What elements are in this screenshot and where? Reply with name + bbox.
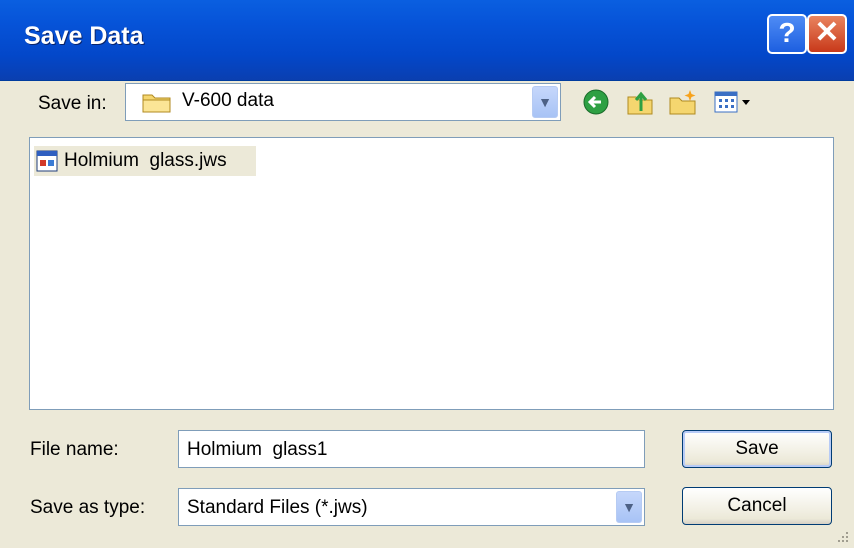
save-as-type-label: Save as type: bbox=[30, 497, 146, 518]
file-name-label: Holmium glass.jws bbox=[64, 150, 227, 171]
new-folder-icon[interactable] bbox=[668, 87, 698, 117]
chevron-down-icon[interactable]: ▼ bbox=[616, 491, 642, 523]
file-name-input[interactable]: Holmium glass1 bbox=[178, 430, 645, 468]
chevron-down-icon[interactable]: ▼ bbox=[532, 86, 558, 118]
save-as-type-value: Standard Files (*.jws) bbox=[187, 497, 368, 518]
file-name-label: File name: bbox=[30, 439, 119, 460]
save-in-value: V-600 data bbox=[182, 90, 274, 111]
folder-icon bbox=[142, 94, 171, 113]
close-button[interactable]: ✕ bbox=[807, 14, 847, 54]
jws-file-icon bbox=[36, 150, 58, 172]
file-list[interactable]: Holmium glass.jws bbox=[29, 137, 834, 410]
window-title: Save Data bbox=[24, 22, 144, 50]
save-in-label: Save in: bbox=[38, 93, 107, 114]
save-button[interactable]: Save bbox=[682, 430, 832, 468]
save-in-dropdown[interactable]: V-600 data ▼ bbox=[125, 83, 561, 121]
save-as-type-dropdown[interactable]: Standard Files (*.jws) ▼ bbox=[178, 488, 645, 526]
back-icon[interactable] bbox=[581, 87, 611, 117]
up-folder-icon[interactable] bbox=[625, 87, 655, 117]
title-bar[interactable]: Save Data ? ✕ bbox=[0, 0, 854, 81]
resize-grip-icon[interactable] bbox=[834, 528, 850, 544]
views-menu-icon[interactable] bbox=[713, 87, 755, 117]
file-name-value: Holmium glass1 bbox=[187, 439, 328, 460]
cancel-button[interactable]: Cancel bbox=[682, 487, 832, 525]
help-button[interactable]: ? bbox=[767, 14, 807, 54]
file-list-item[interactable]: Holmium glass.jws bbox=[34, 146, 256, 176]
